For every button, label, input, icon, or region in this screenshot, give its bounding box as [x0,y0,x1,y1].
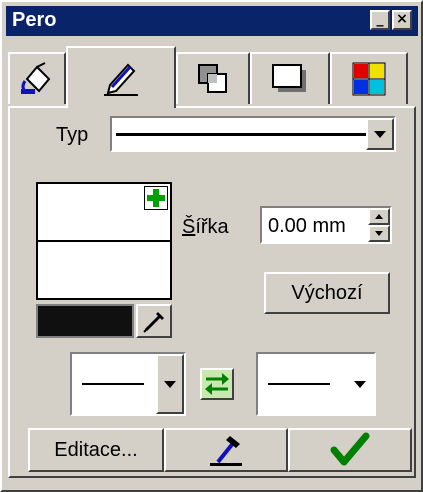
line-type-dropdown-button[interactable] [366,118,394,150]
line-end-select[interactable] [256,352,376,416]
pen-dialog: Pero _ × Typ Šířka 0.00 mm Výchozí Edita… [0,0,423,492]
width-label: Šířka [182,216,229,238]
width-decrease-button[interactable] [368,225,390,242]
width-increase-button[interactable] [368,208,390,225]
tab-transparency[interactable] [176,52,250,104]
line-preview [36,182,172,300]
close-button[interactable]: × [392,10,412,30]
line-end-dropdown-button[interactable] [346,354,374,414]
paint-bucket-icon [21,62,51,94]
color-grid-icon [352,62,386,96]
pick-style-button[interactable] [164,428,288,472]
line-start-sample [82,383,144,385]
default-button-label: Výchozí [291,282,363,304]
line-start-dropdown-button[interactable] [156,354,184,414]
chevron-down-icon [164,381,176,388]
width-spinbox[interactable]: 0.00 mm [260,206,392,244]
tab-pen[interactable] [66,46,176,108]
eyedropper-icon [210,436,242,466]
default-button[interactable]: Výchozí [264,272,390,314]
swap-arrows-icon [202,370,232,398]
chevron-down-icon [374,131,386,138]
window-title: Pero [12,9,57,31]
eyedropper-icon [143,312,164,333]
chevron-down-icon [354,381,366,388]
preview-line [38,240,170,242]
apply-button[interactable] [288,428,412,472]
line-end-sample [268,383,330,385]
arrow-down-icon [375,231,383,236]
checkmark-icon [330,432,370,466]
edit-button[interactable]: Editace... [28,428,164,472]
pen-panel: Typ Šířka 0.00 mm Výchozí Editace... [8,106,416,478]
tab-fill[interactable] [8,52,66,104]
shadow-icon [272,64,306,92]
arrow-up-icon [375,214,383,219]
width-value: 0.00 mm [268,215,346,237]
transparency-icon [198,64,227,93]
color-swatch[interactable] [36,304,134,338]
color-picker-button[interactable] [136,304,172,338]
tab-shadow[interactable] [250,52,330,104]
add-style-button[interactable] [144,186,168,210]
swap-ends-button[interactable] [200,368,234,400]
solid-line-sample [116,133,368,136]
edit-button-label: Editace... [54,439,138,461]
type-label: Typ [56,124,89,146]
plus-icon [147,189,165,207]
line-start-select[interactable] [70,352,186,416]
tab-colors[interactable] [330,52,408,104]
title-bar[interactable]: Pero _ × [6,6,418,36]
minimize-button[interactable]: _ [370,10,390,30]
pen-icon [104,63,138,96]
line-type-select[interactable] [110,116,396,152]
